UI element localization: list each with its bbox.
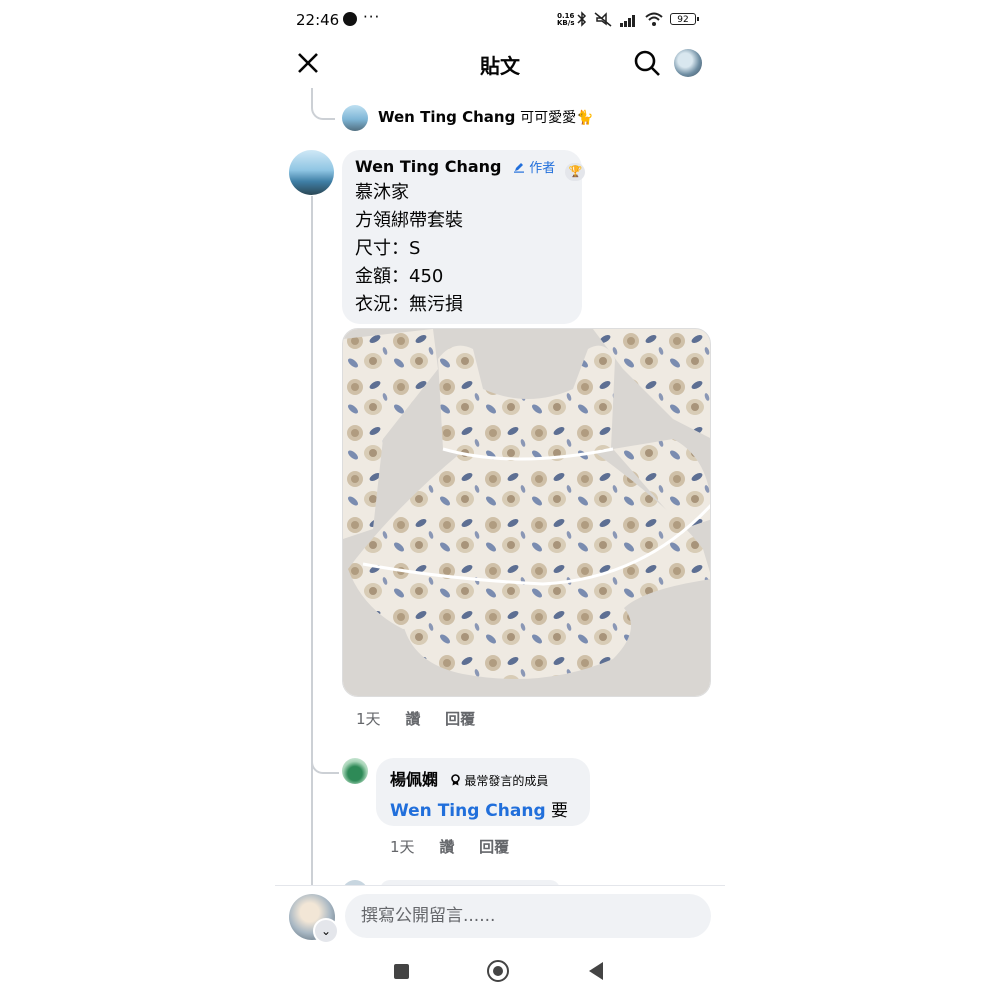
comment-time: 1天 xyxy=(356,710,381,728)
comment-bubble[interactable]: Wen Ting Chang 作者 🏆 慕沐家 方領綁帶套裝 尺寸：S 金額：4… xyxy=(342,150,586,324)
network-speed: 0.16 KB/s xyxy=(557,13,574,27)
reply-button[interactable]: 回覆 xyxy=(445,710,475,728)
avatar[interactable] xyxy=(342,758,368,784)
system-nav-bar xyxy=(275,950,725,1000)
reply-preview-text: 可可愛愛🐈 xyxy=(520,110,594,126)
reply-time: 1天 xyxy=(390,838,415,856)
comment-line: 尺寸：S xyxy=(355,238,421,259)
wifi-icon xyxy=(645,12,663,26)
search-icon[interactable] xyxy=(633,49,661,77)
nav-recents-icon[interactable] xyxy=(394,964,409,979)
speed-unit: KB/s xyxy=(557,19,575,27)
reply-button[interactable]: 回覆 xyxy=(479,838,509,856)
rank-badge-label: 最常發言的成員 xyxy=(464,774,549,788)
profile-avatar[interactable] xyxy=(674,49,702,77)
reply-actions: 1天 讚 回覆 xyxy=(390,836,529,857)
avatar[interactable] xyxy=(342,105,368,131)
reply-bubble[interactable]: 楊佩嫻 最常發言的成員 Wen Ting Chang 要 xyxy=(376,758,590,826)
comment-actions: 1天 讚 回覆 xyxy=(356,708,495,729)
mention-link[interactable]: Wen Ting Chang xyxy=(390,801,546,821)
like-button[interactable]: 讚 xyxy=(439,838,454,856)
author-badge-label: 作者 xyxy=(529,161,556,176)
mute-icon xyxy=(594,12,612,27)
status-bar: 22:46 ··· 0.16 KB/s 92 xyxy=(275,0,725,40)
nav-home-icon[interactable] xyxy=(487,960,509,982)
signal-icon xyxy=(620,15,635,27)
pencil-icon xyxy=(514,163,525,173)
comment-line: 衣況：無污損 xyxy=(355,294,463,315)
comment-line: 金額：450 xyxy=(355,266,444,287)
phone-screen: 22:46 ··· 0.16 KB/s 92 貼文 Wen Ting Chang… xyxy=(275,0,725,1000)
rank-badge: 最常發言的成員 xyxy=(450,774,549,788)
thread-connector xyxy=(311,88,335,120)
status-time: 22:46 xyxy=(296,11,340,29)
comment-line: 方領綁帶套裝 xyxy=(355,210,463,231)
reply-author[interactable]: 楊佩嫻 xyxy=(390,770,438,789)
top-bar: 貼文 xyxy=(275,40,725,88)
nav-back-icon[interactable] xyxy=(589,962,603,980)
avatar[interactable] xyxy=(289,150,334,195)
reply-preview[interactable]: Wen Ting Chang 可可愛愛🐈 xyxy=(378,107,594,127)
comment-input[interactable] xyxy=(345,894,711,938)
comment-line: 慕沐家 xyxy=(355,182,409,203)
comment-author[interactable]: Wen Ting Chang xyxy=(355,157,501,176)
chevron-down-icon[interactable]: ⌄ xyxy=(313,918,339,944)
more-notifications-icon: ··· xyxy=(363,8,381,26)
author-badge: 作者 xyxy=(513,161,559,176)
reply-text: 要 xyxy=(551,801,569,821)
battery-level: 92 xyxy=(677,15,689,25)
thread-connector xyxy=(311,740,339,774)
trophy-icon: 🏆 xyxy=(565,163,586,181)
battery-icon: 92 xyxy=(670,13,699,25)
messenger-icon xyxy=(343,12,357,26)
comment-composer: ⌄ xyxy=(275,885,725,948)
like-button[interactable]: 讚 xyxy=(405,710,420,728)
comment-photo[interactable] xyxy=(342,328,711,697)
bluetooth-icon xyxy=(577,11,587,27)
reply-preview-name: Wen Ting Chang xyxy=(378,108,516,126)
rank-icon xyxy=(450,774,460,786)
thread-line xyxy=(311,196,313,886)
